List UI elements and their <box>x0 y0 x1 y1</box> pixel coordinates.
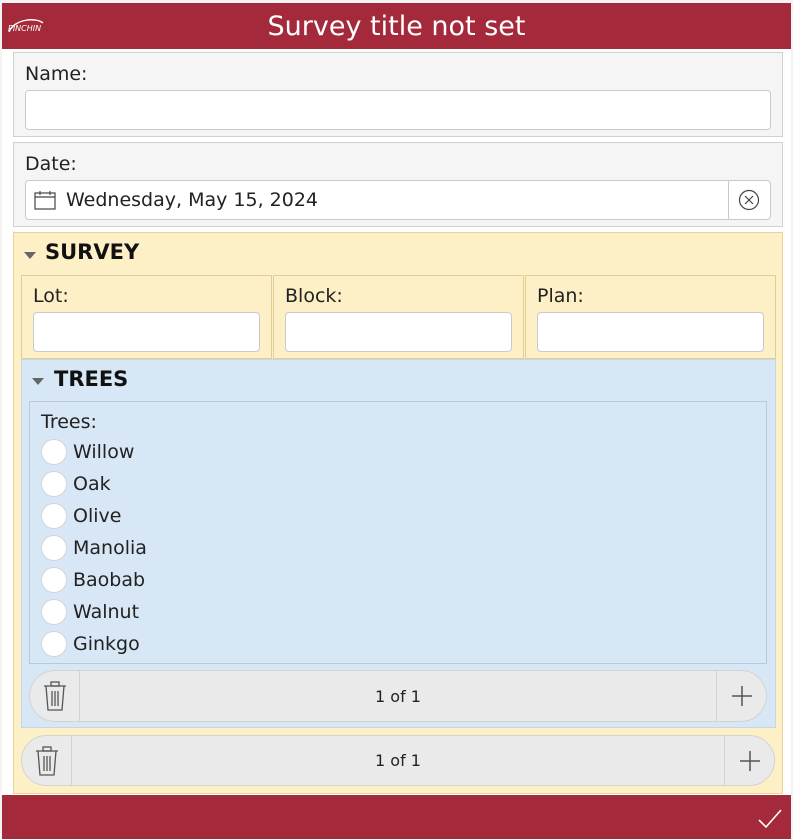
survey-app: PINCHIN Survey title not set Name: Date:… <box>0 0 793 839</box>
radio-button[interactable] <box>41 535 67 561</box>
plan-input[interactable] <box>537 312 764 352</box>
survey-add-button[interactable] <box>724 736 774 785</box>
page-title: Survey title not set <box>267 11 526 42</box>
trees-collapse-caret-icon[interactable] <box>32 378 44 385</box>
date-label: Date: <box>25 153 77 175</box>
radio-button[interactable] <box>41 599 67 625</box>
name-label: Name: <box>25 63 88 85</box>
trees-question-card: Trees: <box>29 401 767 664</box>
app-footer <box>2 795 791 839</box>
radio-label: Ginkgo <box>73 633 140 655</box>
plan-cell: Plan: <box>525 275 776 359</box>
lot-cell: Lot: <box>21 275 272 359</box>
date-value: Wednesday, May 15, 2024 <box>66 189 319 211</box>
survey-pager-count: 1 of 1 <box>375 751 421 770</box>
trees-pager: 1 of 1 <box>29 670 767 722</box>
name-card: Name: <box>13 52 783 137</box>
submit-check-icon[interactable] <box>757 807 783 831</box>
block-cell: Block: <box>273 275 524 359</box>
trees-pager-count: 1 of 1 <box>375 687 421 706</box>
clear-date-button[interactable] <box>728 181 770 219</box>
date-input[interactable]: Wednesday, May 15, 2024 <box>25 180 771 220</box>
name-input[interactable] <box>25 90 771 130</box>
date-card: Date: Wednesday, May 15, 2024 <box>13 142 783 227</box>
radio-label: Willow <box>73 441 135 463</box>
radio-button[interactable] <box>41 471 67 497</box>
radio-button[interactable] <box>41 439 67 465</box>
plan-label: Plan: <box>537 285 584 307</box>
radio-label: Olive <box>73 505 122 527</box>
plus-icon <box>731 686 752 706</box>
survey-group-title[interactable]: SURVEY <box>45 240 139 264</box>
radio-label: Baobab <box>73 569 146 591</box>
clear-circle-icon <box>738 189 760 211</box>
trees-group-title[interactable]: TREES <box>54 367 128 391</box>
radio-label: Manolia <box>73 537 147 559</box>
plus-icon <box>739 750 760 771</box>
radio-button[interactable] <box>41 631 67 657</box>
lot-input[interactable] <box>33 312 260 352</box>
trees-question-label: Trees: <box>41 411 97 433</box>
radio-button[interactable] <box>41 503 67 529</box>
survey-collapse-caret-icon[interactable] <box>24 252 36 259</box>
calendar-icon <box>34 190 56 210</box>
app-header: PINCHIN Survey title not set <box>2 3 791 49</box>
trees-add-button[interactable] <box>716 671 766 721</box>
block-input[interactable] <box>285 312 512 352</box>
radio-label: Oak <box>73 473 111 495</box>
radio-label: Walnut <box>73 601 140 623</box>
radio-button[interactable] <box>41 567 67 593</box>
lot-label: Lot: <box>33 285 69 307</box>
block-label: Block: <box>285 285 343 307</box>
survey-pager: 1 of 1 <box>21 735 775 786</box>
